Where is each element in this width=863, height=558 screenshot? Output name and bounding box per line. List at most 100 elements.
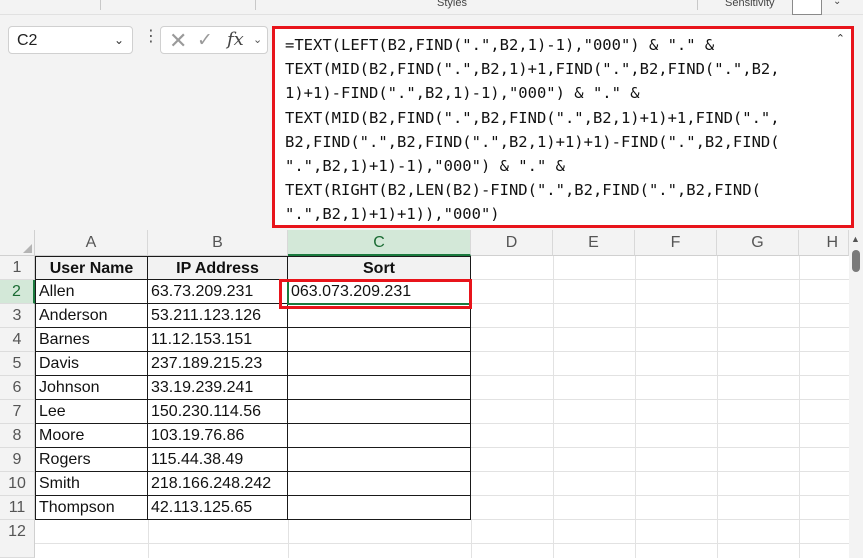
gridline [471,279,849,280]
gridline [717,256,718,558]
cell-name[interactable]: Lee [35,400,148,424]
cell-name[interactable]: Thompson [35,496,148,520]
formula-line: TEXT(RIGHT(B2,LEN(B2)-FIND(".",B2,FIND("… [285,181,761,199]
cell-ip[interactable]: 11.12.153.151 [148,328,288,352]
more-options-icon[interactable]: ⋮ [143,29,159,45]
cell-ip[interactable]: 218.166.248.242 [148,472,288,496]
formula-line: TEXT(MID(B2,FIND(".",B2,FIND(".",B2,1)+1… [285,109,780,127]
gridline [148,520,149,558]
cell-sort[interactable] [288,328,471,352]
cell-name[interactable]: Rogers [35,448,148,472]
header-cell-ip-address[interactable]: IP Address [148,256,288,280]
column-header-e[interactable]: E [553,230,635,256]
gridline [288,520,289,558]
row-header-6[interactable]: 6 [0,376,35,400]
cell-sort[interactable] [288,424,471,448]
row-header-9[interactable]: 9 [0,448,35,472]
gridline [471,399,849,400]
formula-bar: C2 ⌄ ⋮ ✕ ✓ fx ⌄ =TEXT(LEFT(B2,FIND(".",B… [0,15,863,230]
sensitivity-button[interactable] [792,0,822,15]
formula-line: ".",B2,1)+1)-1),"000") & "." & [285,157,565,175]
insert-function-icon[interactable]: fx [227,29,244,50]
ribbon-divider [697,0,698,10]
collapse-formula-icon[interactable]: ⌃ [836,32,845,45]
column-header-c[interactable]: C [288,230,471,256]
row-header-1[interactable]: 1 [0,256,35,280]
chevron-down-icon[interactable]: ⌄ [114,33,124,47]
confirm-icon[interactable]: ✓ [197,29,213,52]
gridline [471,303,849,304]
row-header-2[interactable]: 2 [0,280,35,304]
gridline [471,375,849,376]
cancel-icon[interactable]: ✕ [169,28,187,54]
gridline [471,327,849,328]
header-cell-sort[interactable]: Sort [288,256,471,280]
row-header-5[interactable]: 5 [0,352,35,376]
cell-name[interactable]: Davis [35,352,148,376]
cell-ip[interactable]: 63.73.209.231 [148,280,288,304]
cell-sort[interactable] [288,352,471,376]
gridline [635,256,636,558]
gridline [471,471,849,472]
cell-sort[interactable] [288,376,471,400]
row-header-7[interactable]: 7 [0,400,35,424]
row-header-12[interactable]: 12 [0,520,35,558]
cell-name[interactable]: Smith [35,472,148,496]
cell-ip[interactable]: 42.113.125.65 [148,496,288,520]
vertical-scrollbar[interactable]: ▲ [849,230,863,558]
row-header-10[interactable]: 10 [0,472,35,496]
cell-sort[interactable] [288,496,471,520]
row-header-3[interactable]: 3 [0,304,35,328]
cell-sort[interactable] [288,400,471,424]
styles-group-label[interactable]: Styles [437,0,467,9]
column-header-d[interactable]: D [471,230,553,256]
ribbon-strip: Styles Sensitivity ⌄ [0,0,863,15]
formula-line: TEXT(MID(B2,FIND(".",B2,1)+1,FIND(".",B2… [285,60,780,78]
gridline [471,447,849,448]
formula-line: 1)+1)-FIND(".",B2,1)-1),"000") & "." & [285,84,640,102]
cell-name[interactable]: Johnson [35,376,148,400]
cell-sort[interactable] [288,472,471,496]
name-box[interactable]: C2 ⌄ [8,26,133,54]
column-header-h[interactable]: H [799,230,849,256]
cell-ip[interactable]: 53.211.123.126 [148,304,288,328]
row-header-4[interactable]: 4 [0,328,35,352]
cell-ip[interactable]: 237.189.215.23 [148,352,288,376]
worksheet: A B C D E F G H 1 2 3 4 5 6 7 8 9 10 11 … [0,230,863,558]
formula-buttons: ✕ ✓ fx ⌄ [160,26,268,54]
cell-name[interactable]: Moore [35,424,148,448]
column-header-a[interactable]: A [35,230,148,256]
column-header-f[interactable]: F [635,230,717,256]
cell-ip[interactable]: 33.19.239.241 [148,376,288,400]
gridline [799,256,800,558]
row-header-11[interactable]: 11 [0,496,35,520]
chevron-down-icon[interactable]: ⌄ [253,33,262,46]
cell-name[interactable]: Barnes [35,328,148,352]
formula-line: =TEXT(LEFT(B2,FIND(".",B2,1)-1),"000") &… [285,36,714,54]
sensitivity-group-label[interactable]: Sensitivity [725,0,775,9]
row-header-8[interactable]: 8 [0,424,35,448]
column-header-b[interactable]: B [148,230,288,256]
column-header-g[interactable]: G [717,230,799,256]
cell-ip[interactable]: 150.230.114.56 [148,400,288,424]
cell-name[interactable]: Allen [35,280,148,304]
gridline [471,520,472,558]
cell-name[interactable]: Anderson [35,304,148,328]
cell-ip[interactable]: 103.19.76.86 [148,424,288,448]
gridline [471,351,849,352]
highlight-box [279,279,472,309]
ribbon-divider [255,0,256,10]
formula-input[interactable]: =TEXT(LEFT(B2,FIND(".",B2,1)-1),"000") &… [272,26,854,228]
select-all-button[interactable] [0,230,35,256]
formula-line: B2,FIND(".",B2,FIND(".",B2,1)+1)+1)-FIND… [285,133,780,151]
header-cell-user-name[interactable]: User Name [35,256,148,280]
formula-line: ".",B2,1)+1)+1)),"000") [285,205,500,223]
gridline [471,495,849,496]
cell-sort[interactable] [288,448,471,472]
scroll-thumb[interactable] [852,250,860,272]
scroll-up-icon[interactable]: ▲ [851,234,860,244]
formula-text[interactable]: =TEXT(LEFT(B2,FIND(".",B2,1)-1),"000") &… [285,33,835,227]
cell-ip[interactable]: 115.44.38.49 [148,448,288,472]
chevron-down-icon[interactable]: ⌄ [833,0,841,7]
gridline [35,543,849,544]
